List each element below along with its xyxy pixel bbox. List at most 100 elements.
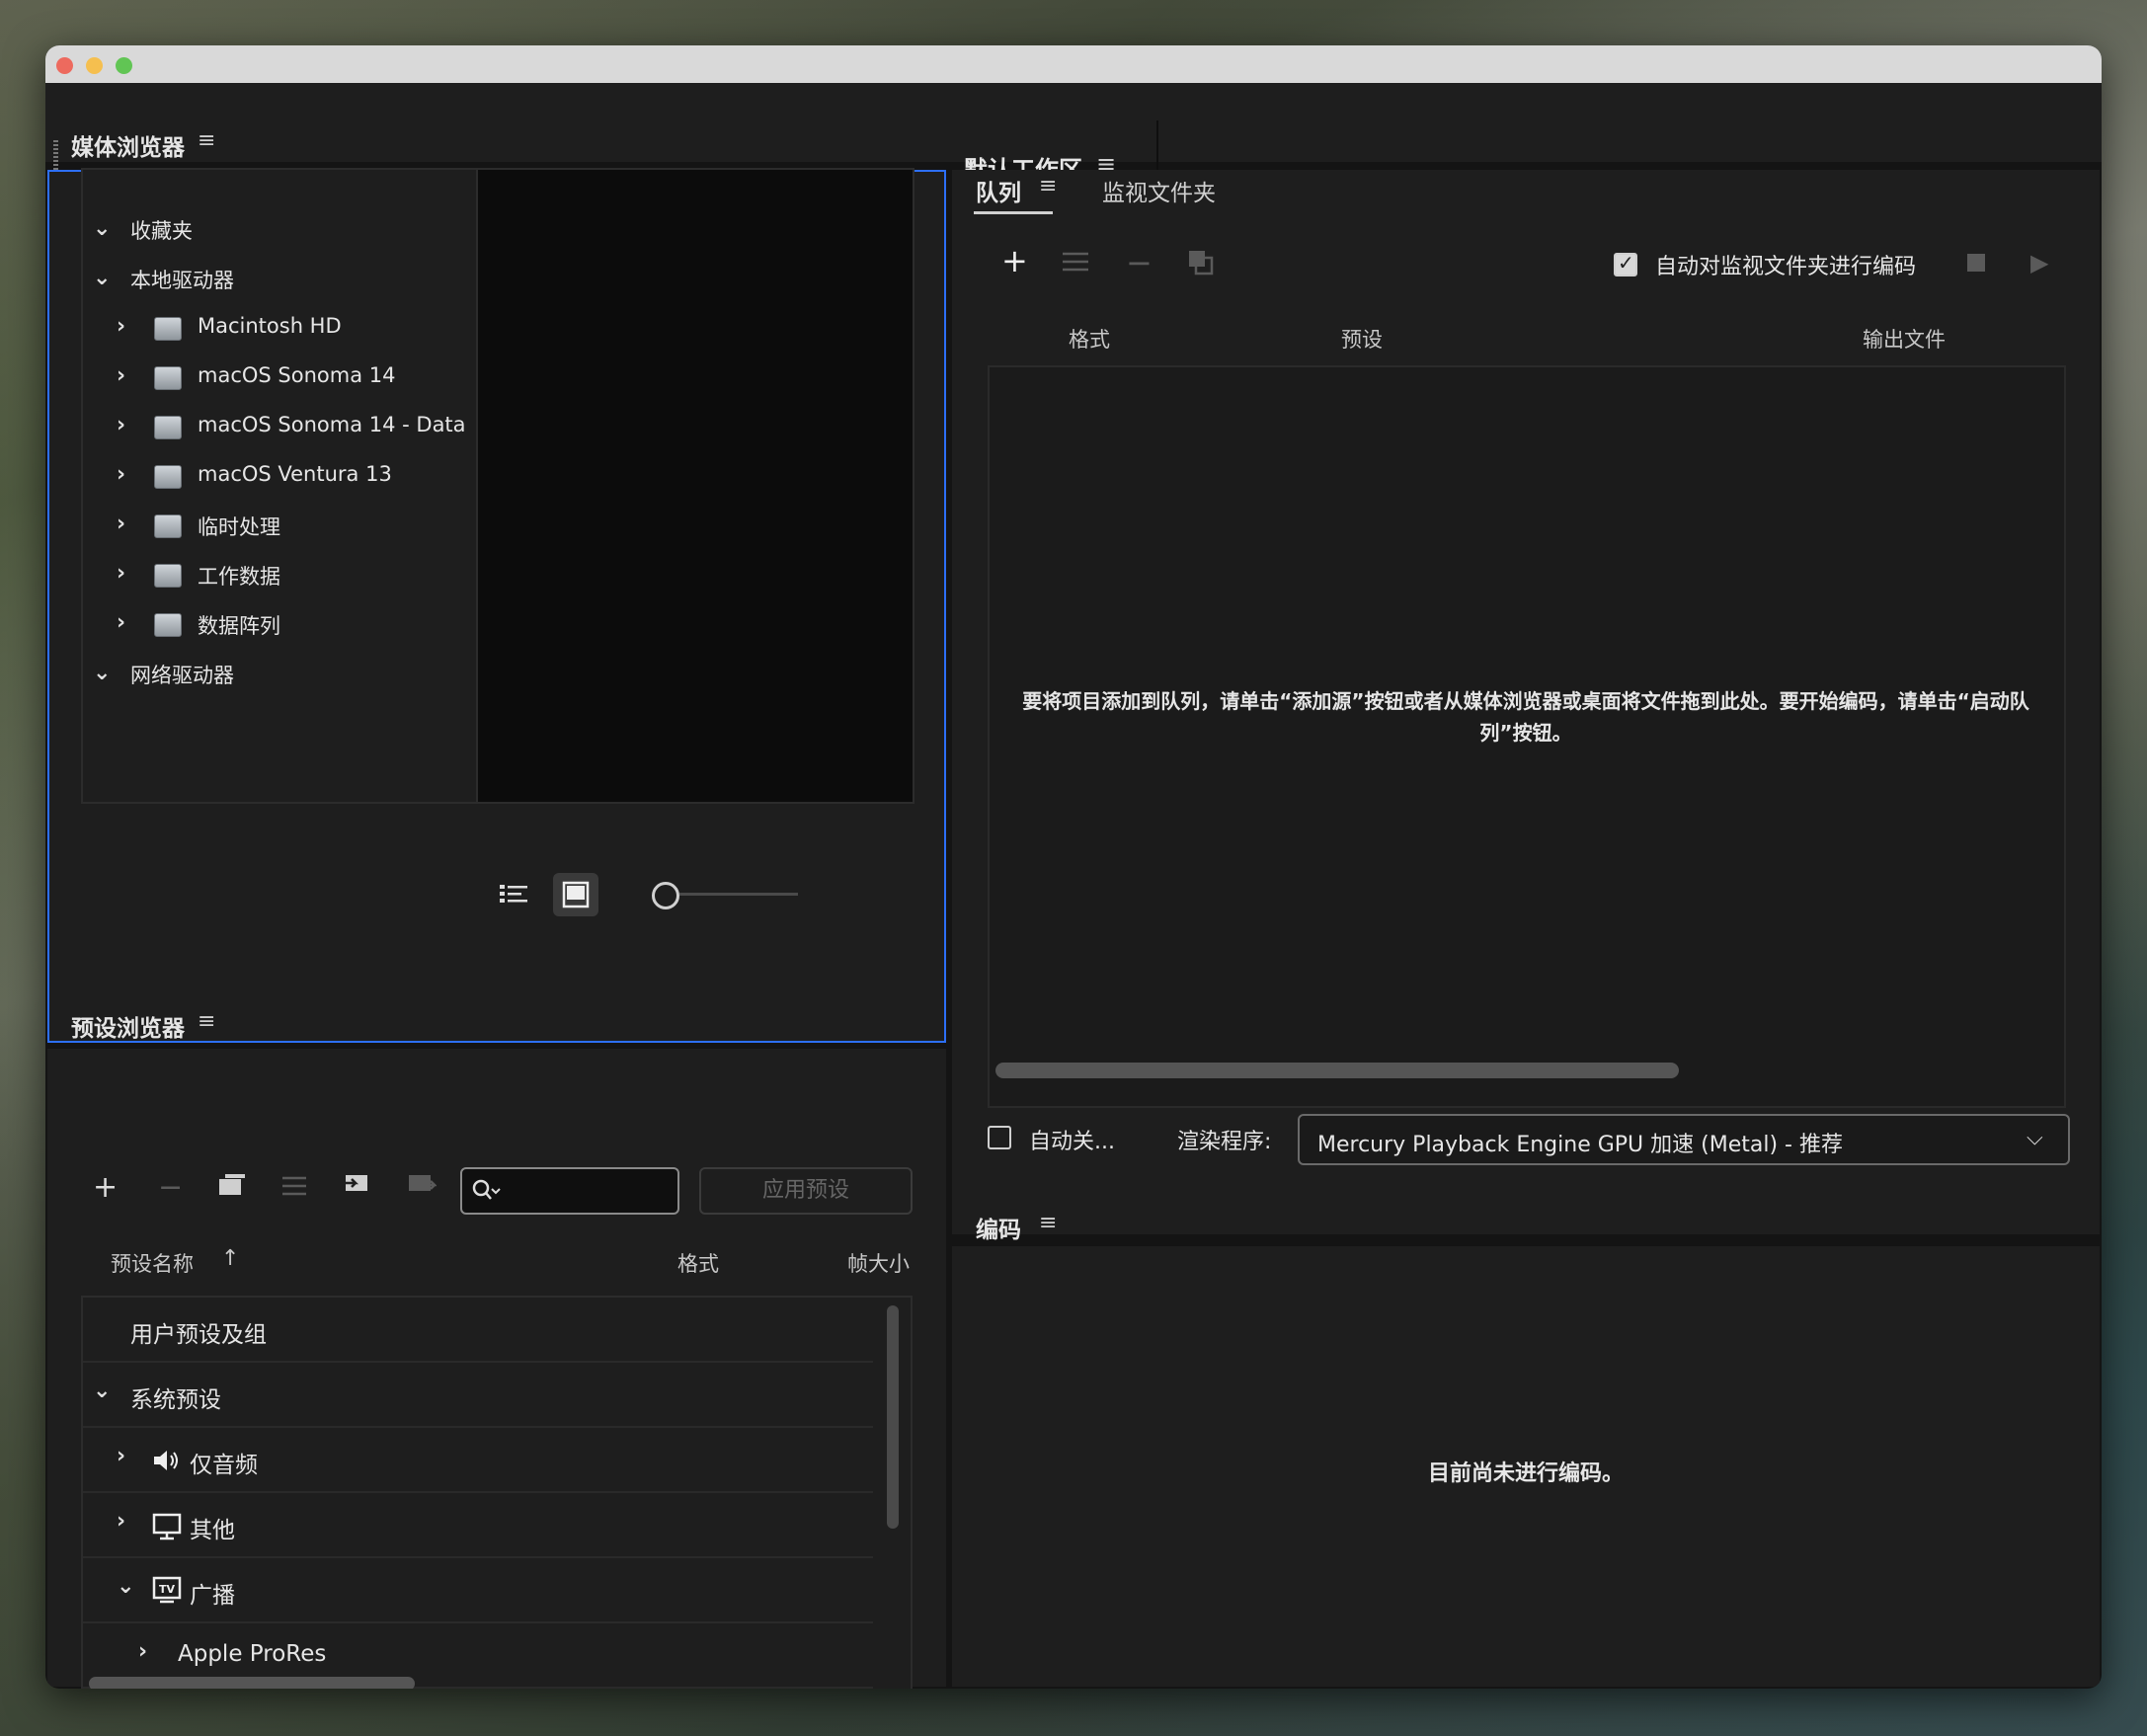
auto-close-label: 自动关... (1029, 1130, 1115, 1154)
preset-row-audio[interactable]: › 仅音频 (83, 1428, 873, 1493)
drive-icon (154, 366, 182, 390)
drive-icon (154, 514, 182, 538)
panel-menu-icon[interactable]: ≡ (198, 128, 215, 153)
tree-item-label: macOS Sonoma 14 (198, 363, 396, 387)
column-header-format[interactable]: 格式 (1069, 324, 1110, 354)
sort-ascending-icon[interactable]: ↑ (221, 1246, 239, 1271)
tree-item-label: Macintosh HD (198, 314, 342, 338)
chevron-right-icon[interactable]: › (117, 413, 125, 437)
chevron-right-icon[interactable]: › (117, 561, 125, 586)
preset-row-label: Apple ProRes (178, 1641, 327, 1667)
title-bar (45, 45, 2102, 83)
column-header-frame-size[interactable]: 帧大小 (847, 1248, 910, 1278)
remove-preset-icon[interactable]: − (158, 1173, 183, 1203)
preset-row-label: 系统预设 (130, 1387, 221, 1413)
file-tree (81, 168, 480, 804)
speaker-icon (154, 1451, 178, 1470)
export-preset-icon[interactable] (407, 1171, 437, 1199)
active-tab-indicator (974, 211, 1053, 214)
chevron-right-icon[interactable]: › (117, 610, 125, 635)
column-header-preset[interactable]: 预设 (1341, 324, 1383, 354)
import-preset-icon[interactable] (342, 1171, 371, 1199)
chevron-right-icon[interactable]: › (117, 314, 125, 339)
auto-close-checkbox[interactable] (988, 1126, 1011, 1149)
chevron-right-icon[interactable]: › (117, 363, 125, 388)
encoding-status: 目前尚未进行编码。 (1427, 1461, 1624, 1486)
drive-icon (154, 613, 182, 637)
new-group-icon[interactable] (217, 1171, 247, 1199)
queue-empty-message: 要将项目添加到队列，请单击“添加源”按钮或者从媒体浏览器或桌面将文件拖到此处。要… (1022, 689, 2029, 745)
apply-preset-button[interactable]: 应用预设 (699, 1167, 913, 1215)
column-header-format[interactable]: 格式 (677, 1248, 719, 1278)
preset-row-other[interactable]: › 其他 (83, 1493, 873, 1558)
preset-row-broadcast[interactable]: ⌄ TV 广播 (83, 1558, 873, 1623)
preset-row-user[interactable]: 用户预设及组 (83, 1298, 873, 1363)
drive-icon (154, 416, 182, 439)
zoom-slider-track[interactable] (679, 893, 798, 896)
tab-queue[interactable]: 队列 (976, 174, 1021, 207)
thumbnail-view-icon (562, 881, 590, 908)
chevron-right-icon[interactable]: › (117, 1509, 125, 1534)
queue-settings-icon[interactable] (1061, 249, 1090, 275)
horizontal-scrollbar[interactable] (89, 1677, 415, 1689)
column-header-output-file[interactable]: 输出文件 (1863, 324, 1946, 354)
tab-watch-folders[interactable]: 监视文件夹 (1102, 174, 1216, 207)
panel-menu-icon[interactable]: ≡ (198, 1009, 215, 1034)
minimize-window-button[interactable] (86, 57, 103, 74)
duplicate-icon[interactable] (1187, 249, 1215, 276)
panel-menu-icon[interactable]: ≡ (1039, 174, 1057, 198)
preset-row-system[interactable]: ⌄ 系统预设 (83, 1363, 873, 1428)
close-window-button[interactable] (56, 57, 73, 74)
list-view-icon[interactable] (500, 883, 527, 905)
horizontal-scrollbar[interactable] (995, 1063, 1679, 1078)
tree-item-label: 本地驱动器 (130, 269, 234, 292)
chevron-down-icon[interactable]: ⌄ (93, 1379, 111, 1403)
chevron-down-icon[interactable]: ⌄ (93, 216, 111, 241)
preset-settings-icon[interactable] (280, 1173, 308, 1199)
tree-item-label: macOS Sonoma 14 - Data (198, 413, 466, 436)
chevron-down-icon: ⌵ (2027, 1126, 2043, 1150)
tree-item-label: 网络驱动器 (130, 664, 234, 687)
drive-icon (154, 317, 182, 341)
vertical-scrollbar[interactable] (887, 1305, 899, 1529)
preset-list: 用户预设及组 ⌄ 系统预设 › 仅音频 › 其他 ⌄ TV 广播 › Apple… (81, 1296, 913, 1689)
preset-row-label: 用户预设及组 (130, 1322, 267, 1348)
chevron-right-icon[interactable]: › (117, 512, 125, 536)
preset-row-label: 其他 (190, 1518, 235, 1543)
search-icon (472, 1179, 501, 1200)
drive-icon (154, 564, 182, 588)
zoom-slider-handle[interactable] (652, 882, 679, 909)
monitor-icon (152, 1513, 182, 1540)
column-header-preset-name[interactable]: 预设名称 (111, 1248, 194, 1278)
thumbnail-area (476, 168, 914, 804)
tree-item-label: 工作数据 (198, 565, 280, 589)
chevron-down-icon[interactable]: ⌄ (93, 266, 111, 290)
tree-item-label: 临时处理 (198, 515, 280, 539)
add-preset-icon[interactable]: + (93, 1173, 118, 1203)
preset-row-label: 广播 (190, 1583, 235, 1609)
remove-item-icon[interactable]: − (1126, 247, 1153, 278)
panel-menu-icon[interactable]: ≡ (1039, 1211, 1057, 1235)
tree-item-label: macOS Ventura 13 (198, 462, 392, 486)
zoom-window-button[interactable] (116, 57, 132, 74)
encoding-title: 编码 (976, 1218, 1021, 1243)
tree-item-label: 收藏夹 (130, 219, 193, 243)
chevron-right-icon[interactable]: › (138, 1639, 147, 1664)
drive-icon (154, 465, 182, 489)
auto-encode-label: 自动对监视文件夹进行编码 (1655, 255, 1917, 279)
start-queue-icon[interactable]: ▶ (2030, 251, 2048, 275)
stop-queue-icon[interactable] (1967, 254, 1985, 272)
auto-encode-checkbox[interactable] (1614, 251, 1637, 276)
tree-item-label: 数据阵列 (198, 614, 280, 638)
chevron-right-icon[interactable]: › (117, 462, 125, 487)
preset-row-label: 仅音频 (190, 1453, 258, 1478)
chevron-right-icon[interactable]: › (117, 1444, 125, 1468)
chevron-down-icon[interactable]: ⌄ (117, 1574, 134, 1599)
tv-icon: TV (152, 1576, 182, 1604)
thumbnail-view-button[interactable] (553, 873, 598, 916)
preset-search-input[interactable] (460, 1167, 679, 1215)
renderer-value: Mercury Playback Engine GPU 加速 (Metal) -… (1317, 1133, 1843, 1157)
chevron-down-icon[interactable]: ⌄ (93, 661, 111, 685)
media-browser-title: 媒体浏览器 (71, 135, 185, 161)
add-source-icon[interactable]: + (1001, 245, 1028, 276)
